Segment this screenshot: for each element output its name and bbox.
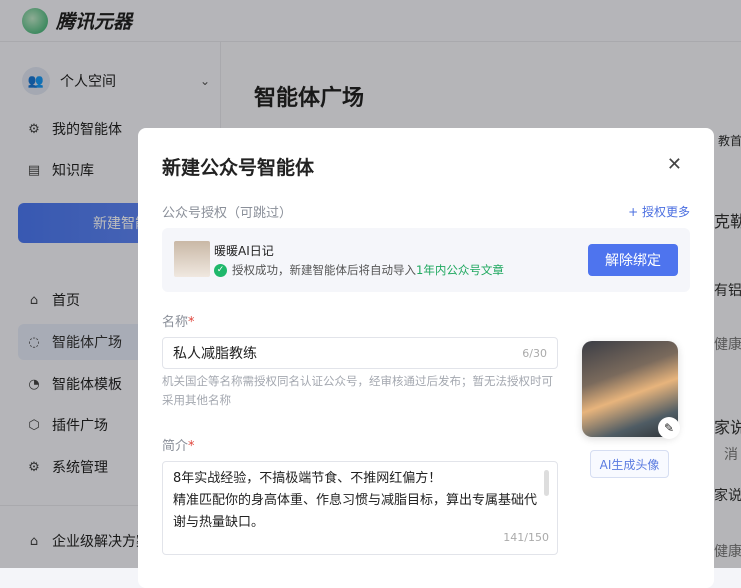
intro-char-count: 141/150 [503, 531, 549, 544]
pencil-icon[interactable]: ✎ [658, 417, 680, 439]
intro-textarea[interactable]: 8年实战经验，不搞极端节食、不推网红偏方！ 精准匹配你的身高体重、作息习惯与减脂… [162, 461, 558, 555]
ai-generate-avatar-button[interactable]: AI生成头像 [590, 450, 669, 478]
agent-avatar-image[interactable]: ✎ [582, 341, 680, 439]
scrollbar[interactable] [544, 470, 549, 496]
close-icon[interactable]: ✕ [667, 154, 682, 175]
name-input[interactable]: 私人减脂教练 6/30 [162, 337, 558, 369]
name-value: 私人减脂教练 [173, 346, 257, 362]
account-name: 暖暖AI日记 [214, 244, 274, 258]
required-mark: * [188, 439, 195, 454]
account-avatar [174, 241, 210, 277]
name-label-text: 名称 [162, 315, 189, 330]
required-mark: * [188, 315, 195, 330]
check-circle-icon: ✓ [214, 263, 227, 277]
auth-status-text: 授权成功，新建智能体后将自动导入 [232, 263, 416, 277]
new-official-account-agent-dialog: 新建公众号智能体 ✕ 公众号授权（可跳过） + 授权更多 暖暖AI日记 ✓ 授权成… [138, 128, 714, 588]
intro-label-text: 简介 [162, 439, 189, 454]
name-hint: 机关国企等名称需授权同名认证公众号，经审核通过后发布；暂无法授权时可采用其他名称 [162, 374, 553, 407]
auth-highlight: 1年内公众号文章 [416, 263, 504, 277]
unbind-button[interactable]: 解除绑定 [588, 244, 678, 276]
intro-label: 简介* [162, 435, 195, 454]
auth-section-label: 公众号授权（可跳过） [162, 206, 293, 221]
authorized-account-card: 暖暖AI日记 ✓ 授权成功，新建智能体后将自动导入 1年内公众号文章 解除绑定 [162, 228, 690, 292]
auth-status: ✓ 授权成功，新建智能体后将自动导入 1年内公众号文章 [214, 262, 504, 278]
intro-value: 8年实战经验，不搞极端节食、不推网红偏方！ 精准匹配你的身高体重、作息习惯与减脂… [173, 471, 538, 530]
name-char-count: 6/30 [522, 346, 547, 360]
name-label: 名称* [162, 311, 195, 330]
authorize-more-link[interactable]: + 授权更多 [628, 203, 690, 220]
dialog-title: 新建公众号智能体 [162, 157, 315, 179]
